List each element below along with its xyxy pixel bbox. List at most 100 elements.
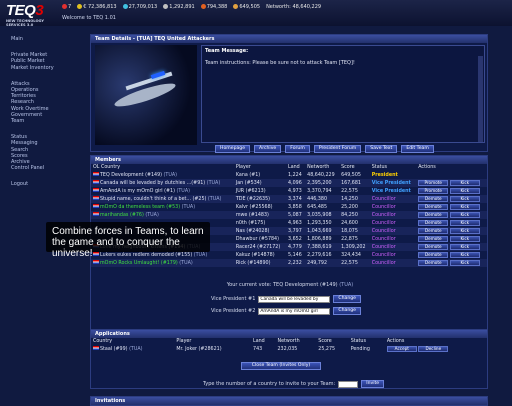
vp1-change-button[interactable]: Change [333,295,361,303]
member-country[interactable]: AmAndA is my mOmO girl (#1) [100,189,175,194]
vp1-select[interactable]: Canada will be levaded by dutch [258,295,331,303]
kick-button[interactable]: Kick [449,180,480,186]
sidebar-group-logout: Logout [11,181,62,187]
kick-button[interactable]: Kick [449,196,480,202]
table-row: Lukers eukes redlem demoded (#155) (TUA)… [91,251,487,259]
demote-button[interactable]: Demote [418,196,449,202]
resource-icon [62,4,67,9]
member-country[interactable]: Lukers eukes redlem demoded (#155) [100,253,192,258]
member-country[interactable]: Stupid name, couldn't think of a bet... … [100,197,206,202]
column-header: Actions [418,165,436,170]
invite-button[interactable]: Invite [361,380,385,388]
kick-button[interactable]: Kick [449,204,480,210]
column-header: Networth [277,339,300,344]
member-status: Vice President [371,188,411,194]
member-player[interactable]: Kana (#1) [234,171,286,179]
demote-button[interactable]: Demote [418,204,449,210]
member-player[interactable]: mwe (#1483) [233,211,287,219]
kick-button[interactable]: Kick [449,244,480,250]
logo[interactable]: TEQ3 NEW TECHNOLOGY SERVICES 3.0 [6,2,48,27]
kick-button[interactable]: Kick [449,228,480,234]
member-country[interactable]: mOmO da themeless team (#53) [100,205,180,210]
member-player[interactable]: Nas (#24028) [233,227,287,235]
member-country[interactable]: marihandas (#76) [100,213,144,218]
member-player[interactable]: Rick (#14890) [233,259,287,267]
stat-value: 649,505 [239,4,261,10]
demote-button[interactable]: Demote [418,244,449,250]
member-score: 84,250 [339,211,370,219]
app-player[interactable]: Mr. Joker (#28621) [174,345,251,353]
promote-button[interactable]: Promote [418,180,449,186]
applications-panel: Applications Country Player Land Networth Sc… [90,329,488,389]
close-team-button[interactable]: Close Team (Invites Only) [241,362,321,370]
member-tag: (TUA) [163,173,177,178]
sidebar-item-team[interactable]: Team [11,118,62,124]
kick-button[interactable]: Kick [449,212,480,218]
president-forum-button[interactable]: President Forum [313,145,362,153]
sidebar-item-market-inventory[interactable]: Market Inventory [11,65,62,71]
member-score: 14,250 [339,195,370,203]
member-score: 22,575 [339,259,370,267]
member-networth: 446,380 [305,195,340,203]
logo-number: 3 [35,2,44,19]
message-scrollbar[interactable] [478,56,483,142]
decline-button[interactable]: Decline [418,346,449,352]
accept-button[interactable]: Accept [386,346,417,352]
welcome-text: Welcome to TEQ 1.01 [62,15,116,21]
column-header: Status [350,339,366,344]
vote-tag: (TUA) [339,282,354,288]
current-vote: Your current vote: TEQ Development (#149… [91,282,489,288]
stat-2: 27,709,013 [122,4,158,10]
kick-button[interactable]: Kick [449,188,480,194]
member-player[interactable]: Kalvr (#25568) [234,203,286,211]
column-header: Player [176,339,192,344]
member-player[interactable]: JUR (#6213) [234,187,286,195]
main-content: Team Details - [TUA] TEQ United Attacker… [84,30,492,406]
member-country[interactable]: mOmO Rocks Umlaught! (#179) [100,261,178,266]
vp1-label: Vice President #1 [211,296,256,302]
member-player[interactable]: n0th (#175) [234,219,286,227]
stat-value: 27,709,013 [128,4,158,10]
member-tag: (TUA) [145,213,159,218]
save-text-button[interactable]: Save Text [365,145,398,153]
demote-button[interactable]: Demote [418,220,449,226]
forum-button[interactable]: Forum [285,145,310,153]
member-player[interactable]: Racer24 (#27172) [233,243,287,251]
sidebar-item-main[interactable]: Main [11,36,62,42]
application-row: Staal (#99) (TUA) Mr. Joker (#28621) 743… [91,345,487,353]
sidebar-item-control-panel[interactable]: Control Panel [11,165,62,171]
app-country[interactable]: Staal (#99) [100,347,128,352]
edit-team-button[interactable]: Edit Team [401,145,434,153]
invite-country-input[interactable] [338,380,359,388]
team-message-box[interactable]: Team Message: Team instructions: Please … [201,45,485,143]
resource-icon [163,4,169,9]
vp2-change-button[interactable]: Change [333,307,361,315]
member-player[interactable]: TDE (#22635) [233,195,287,203]
vp2-select[interactable]: AmAndA is my mOmO girl (#1) [258,307,331,315]
demote-button[interactable]: Demote [418,236,449,242]
demote-button[interactable]: Demote [418,260,449,266]
kick-button[interactable]: Kick [449,220,480,226]
member-status: Councillor [369,243,417,251]
member-player[interactable]: Jan (#534) [233,179,287,187]
sidebar-item-logout[interactable]: Logout [11,181,62,187]
member-country[interactable]: Canada will be levaded by dutchies ...(#… [100,181,205,186]
homepage-button[interactable]: Homepage [215,145,251,153]
promote-button[interactable]: Promote [418,188,449,194]
archive-button[interactable]: Archive [254,145,282,153]
kick-button[interactable]: Kick [449,260,480,266]
member-country[interactable]: TEQ Development (#149) [100,173,162,178]
member-player[interactable]: Kakuz (#14878) [234,251,286,259]
kick-button[interactable]: Kick [449,236,480,242]
flag-icon [93,204,99,208]
member-networth: 1,806,889 [307,236,332,242]
member-status: Councillor [369,259,417,267]
team-button-row: Homepage Archive Forum President Forum Save … [215,145,434,153]
member-player[interactable]: Dhawbur (#5784) [234,235,286,243]
demote-button[interactable]: Demote [418,228,449,234]
demote-button[interactable]: Demote [418,212,449,218]
demote-button[interactable]: Demote [418,252,449,258]
member-land: 2,232 [286,259,306,267]
stat-value: € 72,386,813 [83,4,117,10]
kick-button[interactable]: Kick [449,252,480,258]
